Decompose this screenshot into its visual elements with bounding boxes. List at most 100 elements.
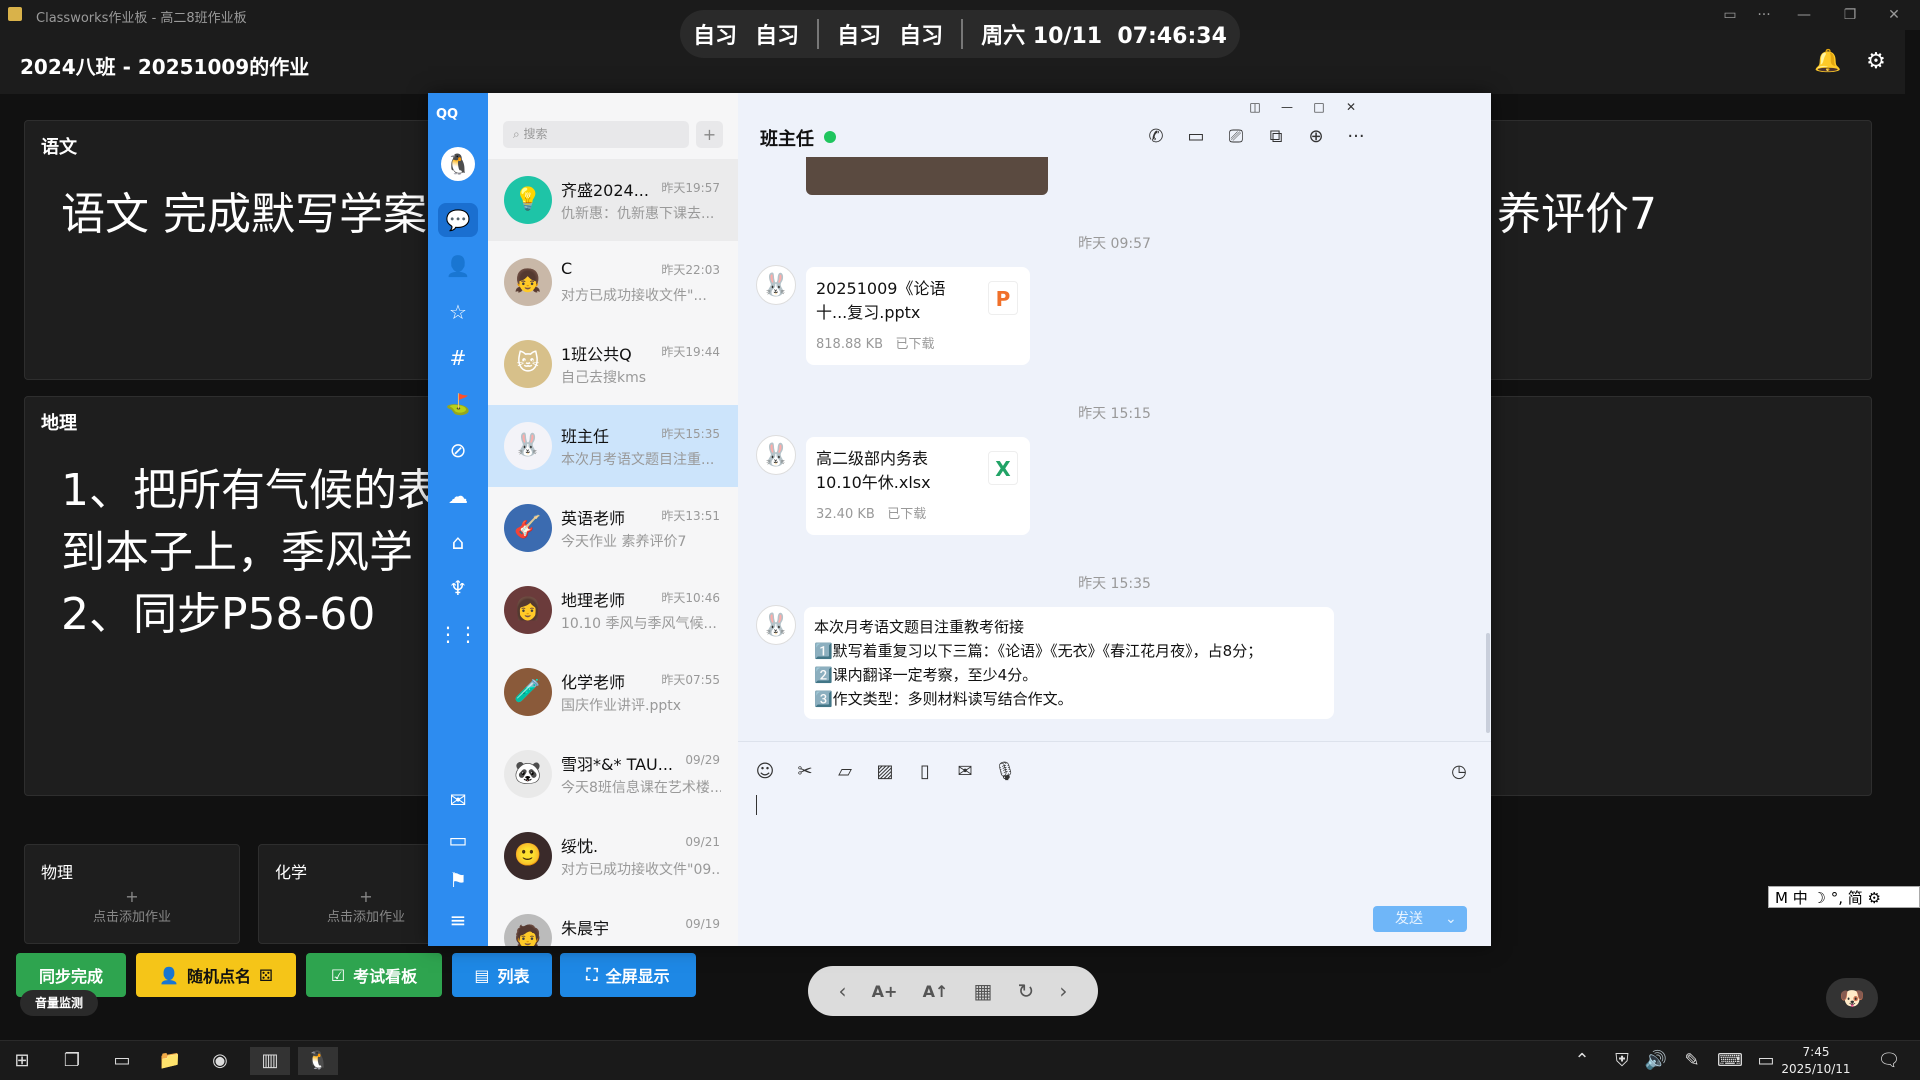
text-message[interactable]: 本次月考语文题目注重教考衔接 1️⃣默写着重复习以下三篇：《论语》《无衣》《春江…: [804, 607, 1334, 719]
calendar-icon[interactable]: ▦: [973, 979, 992, 1003]
chevron-down-icon[interactable]: ⌄: [1445, 911, 1457, 927]
mail-icon[interactable]: ✉: [428, 783, 488, 817]
card-title: 语文: [41, 137, 77, 158]
history-icon[interactable]: ◷: [1444, 759, 1474, 785]
building-icon[interactable]: ⌂: [428, 525, 488, 559]
add-label: 点击添加作业: [326, 910, 405, 925]
subject-card-physics[interactable]: 物理 + 点击添加作业: [24, 844, 240, 944]
clock[interactable]: 7:45 2025/10/11: [1776, 1044, 1856, 1078]
scissors-icon[interactable]: ✂: [790, 759, 820, 785]
image-icon[interactable]: ▨: [870, 759, 900, 785]
fullscreen-button[interactable]: ⛶ 全屏显示: [560, 953, 696, 997]
file-explorer-icon[interactable]: 📁: [150, 1047, 190, 1075]
bell-icon[interactable]: 🔔: [1814, 48, 1842, 76]
close-button[interactable]: ✕: [1880, 4, 1908, 26]
video-icon[interactable]: ▭: [1182, 123, 1210, 151]
cloud-icon[interactable]: ☁: [428, 479, 488, 513]
avatar[interactable]: 🐰: [756, 605, 796, 645]
random-call-button[interactable]: 👤 随机点名 ⚄: [136, 953, 296, 997]
folder-icon[interactable]: ▭: [428, 823, 488, 857]
remote-icon[interactable]: ⧉: [1262, 123, 1290, 151]
image-message[interactable]: [806, 157, 1048, 195]
font-increase-icon[interactable]: A+: [872, 982, 898, 1001]
edge-icon[interactable]: ◉: [200, 1047, 240, 1075]
list-item[interactable]: 💡 齐盛2024... 昨天19:57 仇新惠：仇新惠下课去...: [488, 159, 738, 241]
volume-monitor-button[interactable]: 音量监测: [20, 990, 98, 1016]
planet-icon[interactable]: ♆: [428, 571, 488, 605]
add-homework[interactable]: + 点击添加作业: [25, 887, 239, 925]
app-icon[interactable]: ▭: [102, 1047, 142, 1075]
list-item[interactable]: 🐼 雪羽*&* TAU... 09/29 今天8班信息课在艺术楼...: [488, 733, 738, 815]
add-button[interactable]: +: [696, 121, 723, 148]
red-packet-icon[interactable]: ✉: [950, 759, 980, 785]
screen-share-icon[interactable]: ⎚: [1222, 123, 1250, 151]
more-icon[interactable]: ···: [1750, 4, 1778, 26]
task-view-icon[interactable]: ❐: [52, 1047, 92, 1075]
list-item[interactable]: 🎸 英语老师 昨天13:51 今天作业 素养评价7: [488, 487, 738, 569]
search-input[interactable]: ⌕ 搜索: [503, 121, 689, 148]
notification-icon[interactable]: 🗨: [1874, 1047, 1904, 1075]
list-item[interactable]: 🧑 朱晨宇 09/19: [488, 897, 738, 946]
maximize-button[interactable]: □: [1308, 97, 1330, 117]
volume-icon[interactable]: 🔊: [1644, 1047, 1668, 1075]
ime-toolbar[interactable]: M 中 ☽ °, 简 ⚙: [1768, 886, 1920, 908]
contacts-icon[interactable]: 👤: [428, 249, 488, 283]
qq-icon[interactable]: 🐧: [298, 1047, 338, 1075]
user-avatar[interactable]: 🐶: [1826, 978, 1878, 1018]
emoji-icon[interactable]: ☺: [750, 759, 780, 785]
list-item[interactable]: 👩 地理老师 昨天10:46 10.10 季风与季风气候...: [488, 569, 738, 651]
more-icon[interactable]: ···: [1342, 123, 1370, 151]
avatar[interactable]: 🐰: [756, 435, 796, 475]
person-icon: 👤: [159, 965, 179, 985]
star-icon[interactable]: ☆: [428, 295, 488, 329]
pen-icon[interactable]: ✎: [1680, 1047, 1704, 1075]
add-circle-icon[interactable]: ⊕: [1302, 123, 1330, 151]
font-decrease-icon[interactable]: A↑: [923, 982, 949, 1001]
file-message[interactable]: 高二级部内务表10.10午休.xlsx 32.40 KB 已下载 X: [806, 437, 1030, 535]
list-button[interactable]: ▤ 列表: [452, 953, 552, 997]
refresh-icon[interactable]: ↻: [1017, 979, 1034, 1003]
scrollbar[interactable]: [1486, 633, 1490, 733]
security-icon[interactable]: ⛨: [1610, 1047, 1634, 1075]
expand-icon: ⛶: [586, 965, 598, 984]
chevron-left-icon[interactable]: ‹: [839, 979, 847, 1003]
list-item[interactable]: 🧪 化学老师 昨天07:55 国庆作业讲评.pptx: [488, 651, 738, 733]
bookmark-icon[interactable]: ⚑: [428, 863, 488, 897]
list-item[interactable]: 🙂 绥忱. 09/21 对方已成功接收文件"09...: [488, 815, 738, 897]
message-input[interactable]: [756, 795, 1456, 895]
display-icon[interactable]: ▭: [1754, 1047, 1778, 1075]
minimize-button[interactable]: —: [1276, 97, 1298, 117]
gear-icon[interactable]: ⚙: [1862, 48, 1890, 76]
folder-icon[interactable]: ▱: [830, 759, 860, 785]
file-message[interactable]: 20251009《论语十...复习.pptx 818.88 KB 已下载 P: [806, 267, 1030, 365]
exam-board-button[interactable]: ☑ 考试看板: [306, 953, 442, 997]
maximize-button[interactable]: ❐: [1836, 4, 1864, 26]
keyboard-icon[interactable]: ⌨: [1716, 1047, 1744, 1075]
period-3: 自习: [837, 24, 882, 49]
chevron-right-icon[interactable]: ›: [1059, 979, 1067, 1003]
period-4: 自习: [899, 24, 944, 49]
avatar[interactable]: 🐧: [441, 147, 475, 181]
list-item[interactable]: 👧 C 昨天22:03 对方已成功接收文件"...: [488, 241, 738, 323]
close-button[interactable]: ✕: [1340, 97, 1362, 117]
classworks-icon[interactable]: ▥: [250, 1047, 290, 1075]
messages-icon[interactable]: 💬: [438, 203, 478, 237]
microphone-icon[interactable]: 🎙: [990, 759, 1020, 785]
snap-icon[interactable]: ▭: [1716, 4, 1744, 26]
channel-icon[interactable]: #: [428, 341, 488, 375]
chevron-up-icon[interactable]: ⌃: [1570, 1047, 1594, 1075]
windows-start-icon[interactable]: ⊞: [2, 1047, 42, 1075]
phone-icon[interactable]: ✆: [1142, 123, 1170, 151]
minimize-button[interactable]: —: [1790, 4, 1818, 26]
menu-icon[interactable]: ≡: [428, 903, 488, 937]
link-icon[interactable]: ⊘: [428, 433, 488, 467]
list-item[interactable]: 🐱 1班公共Q 昨天19:44 自己去搜kms: [488, 323, 738, 405]
apps-icon[interactable]: ⋮⋮: [428, 617, 488, 651]
list-item[interactable]: 🐰 班主任 昨天15:35 本次月考语文题目注重...: [488, 405, 738, 487]
card-body-tail: 养评价7: [1497, 189, 1657, 240]
shake-icon[interactable]: ▯: [910, 759, 940, 785]
sidebar-toggle-icon[interactable]: ◫: [1244, 97, 1266, 117]
send-button[interactable]: 发送 ⌄: [1373, 906, 1467, 932]
avatar[interactable]: 🐰: [756, 265, 796, 305]
game-icon[interactable]: ⛳: [428, 387, 488, 421]
